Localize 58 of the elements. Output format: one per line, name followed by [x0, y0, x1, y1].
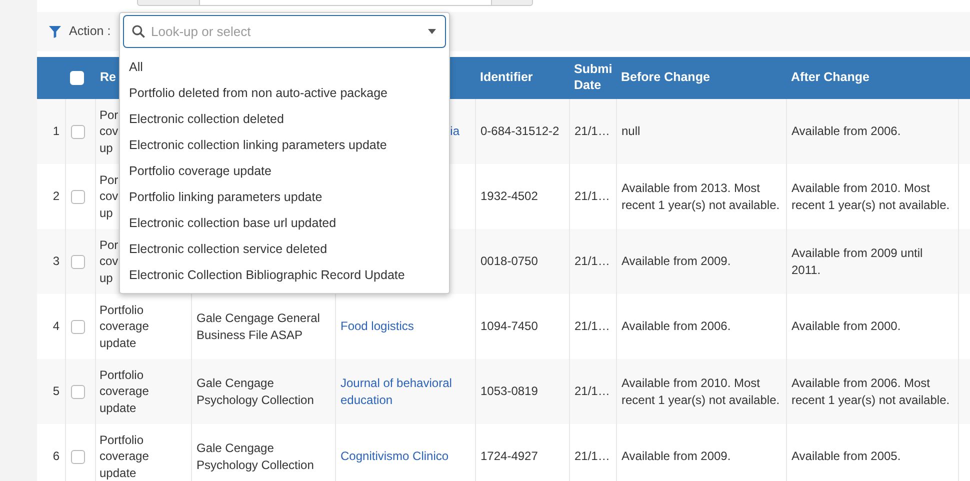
- table-cell-text: 0-684-31512-2: [480, 123, 560, 140]
- row-checkbox[interactable]: [70, 385, 84, 400]
- lookup-field[interactable]: Look-up or select: [123, 15, 446, 48]
- table-cell-text: 1094-7450: [480, 318, 538, 335]
- row-number: 1: [37, 99, 65, 164]
- search-field[interactable]: [200, 0, 492, 6]
- table-cell-text: 0018-0750: [480, 253, 538, 270]
- filter-icon[interactable]: [49, 26, 61, 38]
- title-link[interactable]: Food logistics: [340, 318, 414, 335]
- table-cell-text: Gale Cengage Psychology Collection: [196, 440, 315, 474]
- table-cell-text: 21/1…: [574, 383, 610, 400]
- table-cell-text: Por cov up: [100, 106, 118, 156]
- table-cell-text: Available from 2009 until 2011.: [792, 244, 924, 278]
- row-number: 3: [37, 229, 65, 294]
- select-all-checkbox[interactable]: [70, 70, 84, 85]
- search-scope-button[interactable]: [137, 0, 200, 6]
- title-link[interactable]: ia: [450, 123, 460, 140]
- table-cell-text: Available from 2010. Most recent 1 year(s) not available.: [792, 180, 951, 214]
- table-cell-text: Available from 2009.: [622, 253, 731, 270]
- table-cell-text: Available from 2006. Most recent 1 year(s) not available.: [792, 374, 951, 408]
- table-cell-text: Gale Cengage Psychology Collection: [196, 374, 315, 408]
- table-cell-text: 1053-0819: [480, 383, 538, 400]
- column-header[interactable]: Before Change: [621, 70, 710, 86]
- column-header[interactable]: After Change: [791, 70, 870, 86]
- row-number: 5: [37, 359, 65, 424]
- table-cell-text: 1932-4502: [480, 188, 538, 205]
- table-cell-text: Por cov up: [100, 236, 118, 286]
- filter-label: Action :: [69, 23, 111, 40]
- table-cell-text: 21/1…: [574, 448, 610, 465]
- table-cell-text: Available from 2013. Most recent 1 year(s) not available.: [622, 180, 780, 214]
- title-link[interactable]: Cognitivismo Clinico: [340, 448, 449, 465]
- table-cell-text: Available from 2006.: [792, 123, 901, 140]
- table-cell-text: Portfolio coverage update: [100, 302, 150, 352]
- row-checkbox[interactable]: [70, 125, 84, 140]
- row-checkbox[interactable]: [70, 320, 84, 334]
- row-checkbox[interactable]: [70, 450, 84, 464]
- table-cell-text: Available from 2006.: [622, 318, 731, 335]
- search-button[interactable]: [492, 0, 533, 6]
- table-cell-text: Available from 2010. Most recent 1 year(s) not available.: [622, 374, 780, 408]
- table-cell-text: Portfolio coverage update: [100, 366, 150, 416]
- table-cell-text: Gale Cengage General Business File ASAP: [196, 310, 321, 344]
- table-cell-text: 1724-4927: [480, 448, 538, 465]
- table-cell-text: Available from 2000.: [792, 318, 901, 335]
- table-cell-text: 21/1…: [574, 253, 610, 270]
- table-cell-text: Por cov up: [100, 172, 118, 222]
- row-checkbox[interactable]: [70, 255, 84, 270]
- table-cell-text: Available from 2009.: [622, 448, 731, 465]
- table-cell-text: null: [622, 123, 640, 140]
- table-cell-text: Available from 2005.: [792, 448, 901, 465]
- row-number: 6: [37, 424, 65, 481]
- column-header[interactable]: Re: [100, 70, 116, 86]
- table-cell-text: 21/1…: [574, 188, 610, 205]
- caret-icon[interactable]: [428, 29, 436, 34]
- table-cell-text: Portfolio coverage update: [100, 432, 150, 481]
- table-cell-text: 21/1…: [574, 318, 610, 335]
- table-cell-text: 21/1…: [574, 123, 610, 140]
- search-icon: [132, 25, 145, 38]
- row-checkbox[interactable]: [70, 190, 84, 204]
